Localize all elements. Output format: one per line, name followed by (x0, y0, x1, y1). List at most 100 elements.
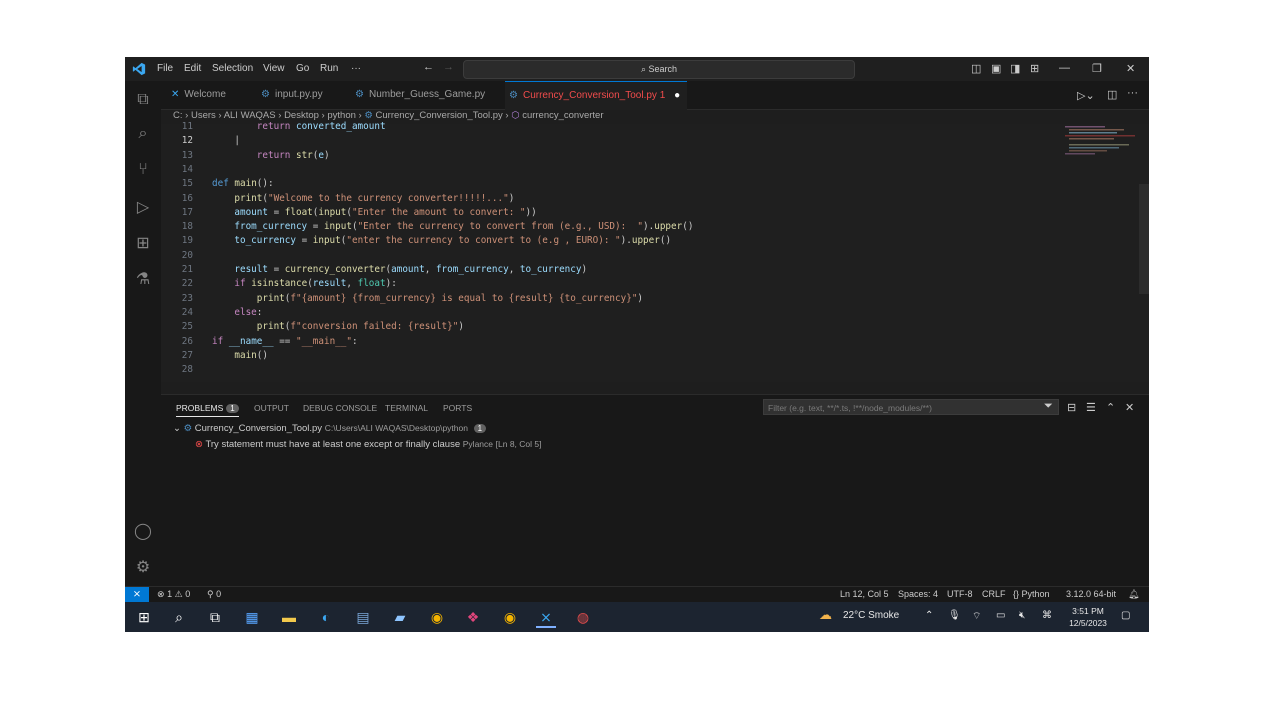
ports-status[interactable]: ⚲ 0 (207, 589, 221, 600)
problems-filter-input[interactable]: Filter (e.g. text, **/*.ts, !**/node_mod… (763, 399, 1059, 415)
command-center-search[interactable]: ⌕ Search (463, 60, 855, 79)
code-text: else: (234, 306, 263, 318)
indentation[interactable]: Spaces: 4 (898, 589, 938, 599)
toggle-panel-icon[interactable]: ▣ (991, 62, 1001, 75)
menu-file[interactable]: File (157, 63, 173, 74)
figma-icon[interactable]: ❖ (463, 608, 483, 626)
back-arrow-icon[interactable]: ← (423, 61, 434, 73)
menu-view[interactable]: View (263, 63, 285, 74)
breadcrumb-python[interactable]: python (327, 110, 356, 121)
settings-gear-icon[interactable]: ⚙ (133, 557, 153, 577)
code-text: return str(e) (256, 149, 330, 161)
panel-tab-debug-console[interactable]: DEBUG CONSOLE (303, 403, 377, 413)
menu-selection[interactable]: Selection (212, 63, 253, 74)
code-text: result = currency_converter(amount, from… (234, 264, 588, 275)
bottom-panel: PROBLEMS 1 OUTPUT DEBUG CONSOLE TERMINAL … (161, 394, 1149, 587)
view-as-list-icon[interactable]: ☰ (1086, 401, 1096, 414)
store-icon[interactable]: ▦ (242, 608, 262, 626)
language-mode[interactable]: {} Python (1013, 589, 1050, 599)
code-editor[interactable]: 11 return converted_amount 12 | 13 return … (161, 121, 1149, 382)
toggle-sidebar-icon[interactable]: ◫ (971, 62, 981, 75)
recorder-icon[interactable]: ◍ (573, 608, 593, 626)
encoding[interactable]: UTF-8 (947, 589, 973, 599)
forward-arrow-icon[interactable]: → (443, 61, 454, 73)
collapse-all-icon[interactable]: ⊟ (1067, 401, 1076, 414)
account-icon[interactable]: ◯ (133, 521, 153, 541)
run-debug-icon[interactable]: ▷ (133, 197, 153, 217)
editor-scrollbar[interactable] (1139, 184, 1149, 294)
breadcrumb-user[interactable]: ALI WAQAS (224, 110, 276, 121)
maximize-panel-icon[interactable]: ⌃ (1106, 401, 1115, 414)
python-interpreter[interactable]: 3.12.0 64-bit (1066, 589, 1116, 599)
breadcrumb-drive[interactable]: C: (173, 110, 183, 121)
breadcrumb-desktop[interactable]: Desktop (284, 110, 319, 121)
minimap[interactable] (1063, 124, 1143, 184)
more-actions-icon[interactable]: ··· (1127, 87, 1138, 99)
filter-icon[interactable]: ⏷ (1044, 400, 1053, 413)
extensions-icon[interactable]: ⊞ (133, 233, 153, 253)
remote-indicator-icon[interactable]: ⨯ (125, 587, 149, 603)
customize-layout-icon[interactable]: ⊞ (1030, 62, 1039, 75)
close-panel-icon[interactable]: ✕ (1125, 401, 1134, 414)
breadcrumb-file[interactable]: Currency_Conversion_Tool.py (376, 110, 503, 121)
file-explorer-icon[interactable]: ▬ (279, 608, 299, 626)
panel-tab-terminal[interactable]: TERMINAL (385, 403, 428, 413)
menu-more[interactable]: ··· (351, 63, 361, 74)
line-number: 13 (181, 149, 193, 161)
minimize-icon[interactable]: — (1059, 62, 1070, 74)
problem-source: Pylance (462, 439, 494, 449)
tab-currency-conversion-tool[interactable]: ⚙ Currency_Conversion_Tool.py 1 ● (505, 81, 687, 110)
weather-text[interactable]: 22°C Smoke (843, 610, 899, 621)
python-icon: ⚙ (261, 89, 270, 100)
panel-tab-output[interactable]: OUTPUT (254, 403, 289, 413)
notifications-icon[interactable]: ▢ (1121, 610, 1130, 621)
edge-icon[interactable]: ◐ (316, 608, 336, 626)
vscode-taskbar-icon[interactable]: ⨯ (536, 608, 556, 628)
errors-warnings-status[interactable]: ⊗ 1 ⚠ 0 (157, 589, 190, 600)
breadcrumb-users[interactable]: Users (191, 110, 216, 121)
tab-welcome[interactable]: ✕ Welcome (167, 81, 257, 109)
notepad-icon[interactable]: ▰ (390, 608, 410, 626)
remote-desktop-icon[interactable]: ▤ (353, 608, 373, 626)
editor-tabs: ✕ Welcome ⚙ input.py.py ⚙ Number_Guess_Game… (161, 81, 1149, 110)
menu-run[interactable]: Run (320, 63, 338, 74)
toggle-secondary-sidebar-icon[interactable]: ◨ (1010, 62, 1020, 75)
breadcrumb-symbol[interactable]: currency_converter (522, 110, 603, 121)
close-window-icon[interactable]: ✕ (1126, 62, 1135, 75)
line-number: 19 (181, 235, 193, 247)
menu-edit[interactable]: Edit (184, 63, 201, 74)
microphone-icon[interactable]: 🎙︎ (948, 610, 961, 621)
volume-muted-icon[interactable]: 🔇︎ (1019, 610, 1025, 621)
error-count: 1 (167, 589, 173, 599)
split-editor-icon[interactable]: ◫ (1107, 88, 1117, 101)
panel-tab-ports[interactable]: PORTS (443, 403, 472, 413)
cursor-position[interactable]: Ln 12, Col 5 (840, 589, 889, 599)
notifications-bell-icon[interactable]: 🔔︎ (1128, 589, 1139, 600)
problem-file-row[interactable]: ⌄ ⚙ Currency_Conversion_Tool.py C:\Users… (173, 423, 487, 434)
chrome-icon[interactable]: ◉ (427, 608, 447, 626)
problem-message: Try statement must have at least one exc… (205, 439, 461, 450)
run-python-file-icon[interactable]: ▷⌄ (1077, 89, 1095, 102)
menu-go[interactable]: Go (296, 63, 309, 74)
tab-number-guess-game[interactable]: ⚙ Number_Guess_Game.py (351, 81, 501, 109)
clock[interactable]: 3:51 PM 12/5/2023 (1067, 605, 1109, 629)
testing-icon[interactable]: ⚗ (133, 269, 153, 289)
explorer-icon[interactable]: ⧉ (133, 91, 153, 109)
task-view-icon[interactable]: ⧉ (205, 608, 225, 626)
unsaved-dot-icon[interactable]: ● (674, 90, 680, 101)
end-of-line[interactable]: CRLF (982, 589, 1006, 599)
language-icon[interactable]: ⌘ (1042, 610, 1052, 621)
tab-input-py[interactable]: ⚙ input.py.py (257, 81, 347, 109)
panel-tab-problems[interactable]: PROBLEMS 1 (176, 403, 239, 417)
search-icon[interactable]: ⌕ (133, 125, 153, 143)
chrome-icon[interactable]: ◉ (500, 608, 520, 626)
source-control-icon[interactable]: ⑂ (133, 161, 153, 179)
problem-item[interactable]: ⊗ Try statement must have at least one e… (195, 439, 542, 450)
windows-start-icon[interactable]: ⊞ (134, 608, 154, 626)
line-number: 26 (181, 335, 193, 347)
taskbar-search-icon[interactable]: ⌕ (169, 608, 189, 626)
network-icon[interactable]: ⌔ (972, 610, 981, 623)
restore-icon[interactable]: ❐ (1092, 62, 1102, 75)
show-hidden-icons-icon[interactable]: ⌃ (925, 610, 933, 621)
battery-icon[interactable]: ▭ (996, 610, 1005, 621)
